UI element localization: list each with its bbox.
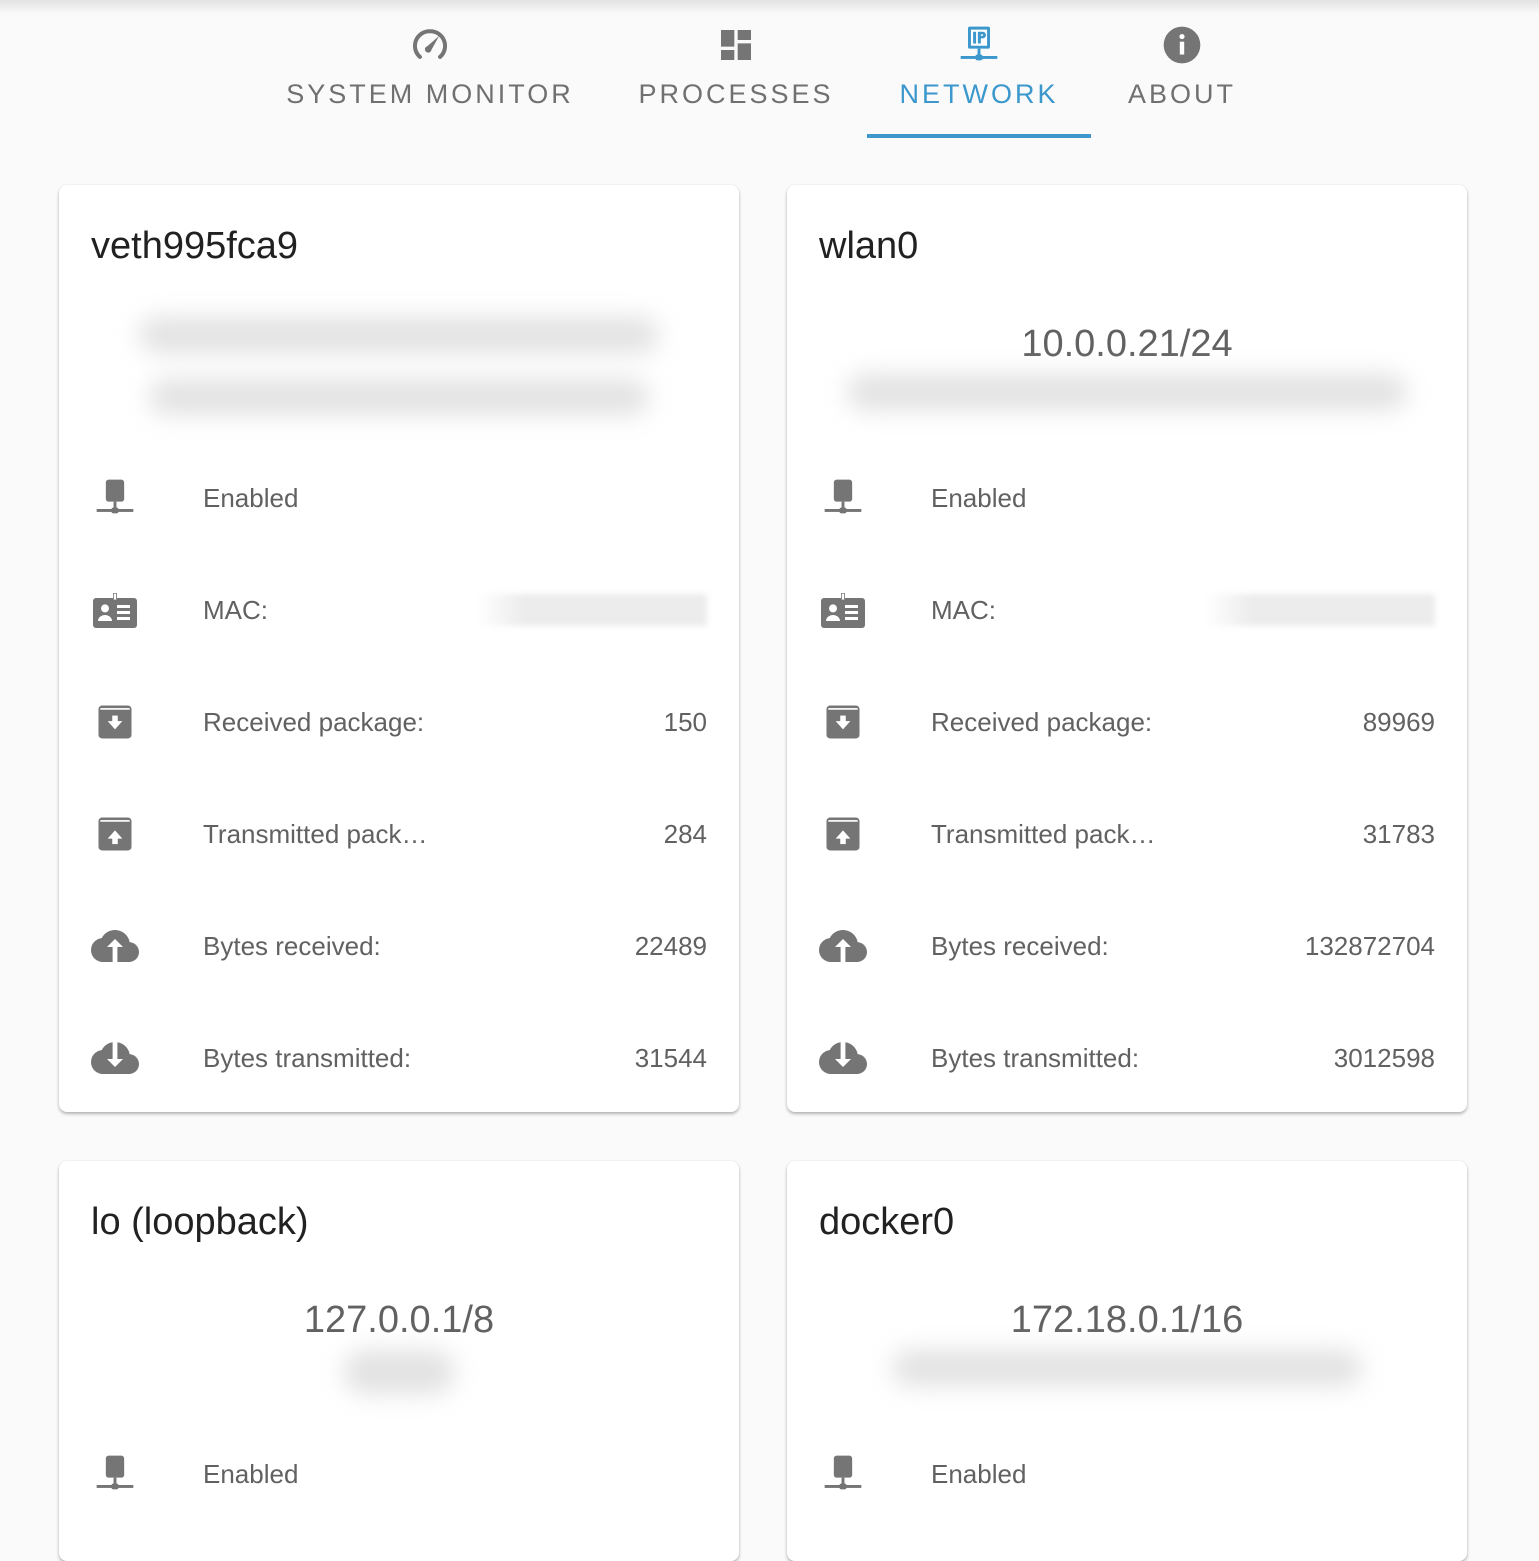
tab-label: Processes [638,79,834,109]
stat-value: 132872704 [1304,930,1435,961]
interface-card: lo (loopback) 127.0.0.1/8 Enabled [59,1161,739,1561]
stat-row: Bytes transmitted: 31544 [59,1028,739,1088]
status-label: Enabled [931,482,1027,513]
stat-label: Bytes transmitted: [203,1042,412,1073]
stat-row: Bytes transmitted: 3012598 [787,1028,1467,1088]
stat-value: 150 [663,706,707,737]
interface-name: wlan0 [819,225,919,267]
tab-about[interactable]: About [1110,0,1254,138]
active-tab-indicator [867,134,1091,138]
redacted-address [892,1350,1362,1386]
cloud-download-icon [819,1034,867,1082]
interface-name: veth995fca9 [91,225,299,267]
ip-address-block: 127.0.0.1/8 [59,1289,739,1409]
redacted-mac-value [477,594,707,626]
stat-value: 3012598 [1333,1042,1435,1073]
stat-label: Transmitted pack… [203,818,428,849]
status-row: Enabled [787,468,1467,528]
interface-name: docker0 [819,1201,955,1243]
stat-value: 22489 [634,930,707,961]
ip-address-block: 10.0.0.21/24 [787,313,1467,433]
cloud-upload-icon [91,922,139,970]
stat-value: 31544 [634,1042,707,1073]
mac-row: MAC: [787,580,1467,640]
tab-label: About [1127,79,1236,109]
network-status-icon [819,474,867,522]
cloud-download-icon [91,1034,139,1082]
badge-account-icon [819,586,867,634]
interface-card: wlan0 10.0.0.21/24 Enabled MAC: Received… [787,185,1467,1112]
stat-label: Received package: [203,706,425,737]
ip-address: 10.0.0.21/24 [1021,323,1233,365]
status-label: Enabled [203,482,299,513]
stat-label: Transmitted pack… [931,818,1156,849]
stat-label: Bytes transmitted: [931,1042,1140,1073]
status-row: Enabled [59,468,739,528]
archive-arrow-down-icon [91,698,139,746]
stat-row: Bytes received: 132872704 [787,916,1467,976]
ip-network-icon [956,22,1002,68]
tab-network[interactable]: Network [867,0,1091,138]
archive-arrow-up-icon [91,810,139,858]
stat-row: Received package: 150 [59,692,739,752]
network-status-icon [91,1450,139,1498]
mac-label: MAC: [931,594,996,625]
stat-value: 284 [663,818,707,849]
status-label: Enabled [203,1458,299,1489]
ip-address-block [59,303,739,423]
speedometer-icon [407,22,453,68]
tab-bar: System Monitor Processes Network About [0,0,1539,140]
cloud-upload-icon [819,922,867,970]
ip-address-block: 172.18.0.1/16 [787,1289,1467,1409]
tab-system-monitor[interactable]: System Monitor [270,0,590,138]
status-label: Enabled [931,1458,1027,1489]
archive-arrow-up-icon [819,810,867,858]
redacted-mac-value [1205,594,1435,626]
stat-label: Received package: [931,706,1153,737]
stat-label: Bytes received: [203,930,381,961]
stat-value: 31783 [1362,818,1435,849]
network-status-icon [819,1450,867,1498]
redacted-address [149,379,649,415]
redacted-address [847,374,1407,410]
redacted-address [344,1350,454,1394]
interface-card: veth995fca9 Enabled MAC: Received packag… [59,185,739,1112]
interface-name: lo (loopback) [91,1201,309,1243]
stat-value: 89969 [1362,706,1435,737]
ip-address: 127.0.0.1/8 [303,1299,495,1341]
stat-row: Transmitted pack… 284 [59,804,739,864]
stat-row: Transmitted pack… 31783 [787,804,1467,864]
tab-label: Network [899,79,1059,109]
dashboard-icon [713,22,759,68]
interface-card: docker0 172.18.0.1/16 Enabled [787,1161,1467,1561]
redacted-address [139,317,659,353]
status-row: Enabled [59,1444,739,1504]
stat-row: Received package: 89969 [787,692,1467,752]
tab-processes[interactable]: Processes [620,0,852,138]
status-row: Enabled [787,1444,1467,1504]
stat-label: Bytes received: [931,930,1109,961]
mac-row: MAC: [59,580,739,640]
ip-address: 172.18.0.1/16 [1010,1299,1244,1341]
info-icon [1159,22,1205,68]
stat-row: Bytes received: 22489 [59,916,739,976]
mac-label: MAC: [203,594,268,625]
badge-account-icon [91,586,139,634]
network-status-icon [91,474,139,522]
archive-arrow-down-icon [819,698,867,746]
tab-label: System Monitor [286,79,574,109]
